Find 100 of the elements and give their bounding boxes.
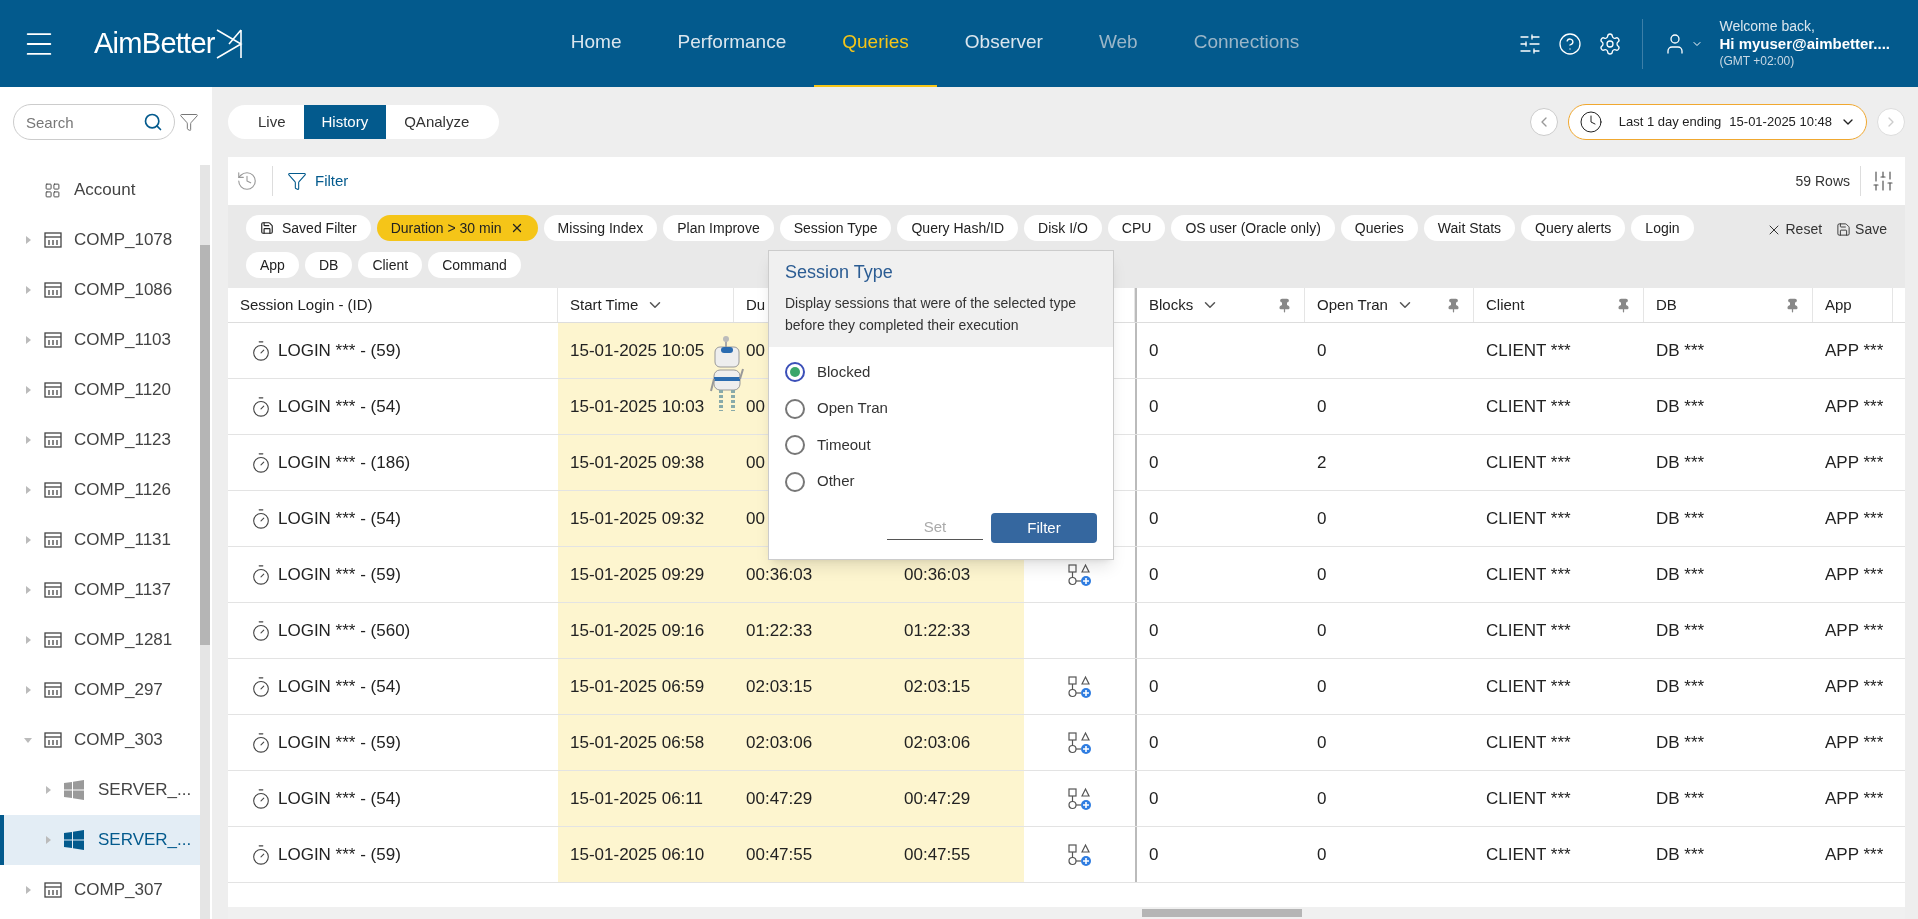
plan-icon[interactable] [1067, 786, 1092, 811]
pin-icon[interactable] [1446, 297, 1461, 313]
filter-chip[interactable]: Disk I/O [1024, 215, 1102, 241]
column-header[interactable]: App [1813, 288, 1893, 322]
caret-right-icon[interactable] [24, 636, 32, 644]
nav-tab[interactable]: Performance [649, 0, 815, 87]
table-cell-text: CLIENT *** [1485, 507, 1572, 530]
filter-chip[interactable]: Client [358, 252, 423, 278]
filter-chip[interactable]: Command [428, 252, 521, 278]
caret-right-icon[interactable] [24, 286, 32, 294]
filter-chip[interactable]: Plan Improve [663, 215, 774, 241]
filter-chip[interactable]: Login [1631, 215, 1694, 241]
tree-item[interactable]: COMP_1120 [0, 365, 200, 415]
tree-item[interactable]: COMP_1086 [0, 265, 200, 315]
view-tab[interactable]: Live [240, 105, 304, 139]
filter-chip[interactable]: App [246, 252, 299, 278]
nav-tab[interactable]: Queries [814, 0, 937, 87]
radio-button[interactable] [785, 471, 805, 492]
filter-chip[interactable]: Duration > 30 min [376, 215, 538, 241]
radio-label[interactable]: Timeout [817, 433, 871, 457]
pin-icon[interactable] [1277, 297, 1292, 313]
plan-icon[interactable] [1067, 674, 1092, 699]
pin-icon[interactable] [1616, 297, 1631, 313]
caret-right-icon[interactable] [44, 786, 52, 794]
table-cell: 15-01-2025 09:29 [558, 547, 734, 602]
reset-button[interactable]: Reset [1765, 219, 1823, 240]
tree-label: COMP_307 [74, 879, 163, 902]
plan-icon[interactable] [1067, 562, 1092, 587]
tree-item[interactable]: COMP_1281 [0, 615, 200, 665]
set-field[interactable]: Set [887, 516, 983, 540]
scrollbar[interactable] [200, 165, 210, 919]
tree-item[interactable]: COMP_1126 [0, 465, 200, 515]
tree-item[interactable]: COMP_307 [0, 865, 200, 915]
filter-toggle[interactable]: Filter [287, 169, 349, 193]
filter-chip[interactable]: CPU [1107, 215, 1166, 241]
filter-chip[interactable]: Wait Stats [1423, 215, 1516, 241]
search-field[interactable]: Search [13, 104, 175, 140]
table-cell-text: APP *** [1824, 563, 1885, 586]
filter-chip[interactable]: Session Type [779, 215, 892, 241]
tree-item[interactable]: COMP_1123 [0, 415, 200, 465]
filter-chip[interactable]: Queries [1340, 215, 1418, 241]
view-tab[interactable]: History [303, 105, 387, 139]
plan-icon[interactable] [1067, 730, 1092, 755]
caret-down-icon[interactable] [24, 736, 32, 744]
caret-right-icon[interactable] [24, 586, 32, 594]
table-cell-text: DB *** [1655, 619, 1706, 642]
filter-chip[interactable]: Saved Filter [246, 215, 371, 241]
tree-item[interactable]: SERVER_... [0, 815, 200, 865]
column-header[interactable]: DB [1644, 288, 1813, 322]
tree-item[interactable]: SERVER_... [0, 765, 200, 815]
tree-item[interactable]: COMP_1103 [0, 315, 200, 365]
column-header[interactable]: Start Time [558, 288, 734, 322]
tree-item[interactable]: COMP_1078 [0, 215, 200, 265]
pin-icon[interactable] [1785, 297, 1800, 313]
settings-icon[interactable] [1598, 31, 1623, 56]
column-settings-icon[interactable] [1871, 169, 1895, 193]
filter-chip[interactable]: OS user (Oracle only) [1171, 215, 1335, 241]
caret-right-icon[interactable] [24, 886, 32, 894]
column-header[interactable]: Client [1474, 288, 1644, 322]
table-cell-text: CLIENT *** [1485, 731, 1572, 754]
save-button[interactable]: Save [1836, 219, 1887, 240]
caret-right-icon[interactable] [24, 336, 32, 344]
radio-button[interactable] [785, 398, 805, 419]
table-cell: 15-01-2025 10:03 [558, 379, 734, 434]
caret-right-icon[interactable] [24, 536, 32, 544]
filter-button[interactable]: Filter [991, 512, 1097, 543]
caret-right-icon[interactable] [24, 386, 32, 394]
radio-label[interactable]: Other [817, 470, 855, 493]
radio-button[interactable] [785, 435, 805, 456]
caret-right-icon[interactable] [24, 236, 32, 244]
timer-icon [250, 731, 272, 754]
caret-right-icon[interactable] [24, 486, 32, 494]
caret-right-icon[interactable] [24, 686, 32, 694]
help-icon[interactable] [1558, 31, 1583, 56]
column-header[interactable]: Blocks [1135, 288, 1305, 322]
date-range-picker[interactable]: Last 1 day ending 15-01-2025 10:48 [1567, 104, 1867, 140]
caret-right-icon[interactable] [24, 436, 32, 444]
radio-label[interactable]: Open Tran [817, 397, 888, 420]
tree-item[interactable]: COMP_303 [0, 715, 200, 765]
column-header[interactable]: Session Login - (ID) [228, 288, 558, 322]
filter-chip[interactable]: Query alerts [1521, 215, 1626, 241]
table-cell-text: APP *** [1824, 675, 1885, 698]
filter-icon[interactable] [179, 112, 199, 132]
view-tab[interactable]: QAnalyze [386, 105, 488, 139]
tree-item[interactable]: COMP_297 [0, 665, 200, 715]
tree-item[interactable]: COMP_1137 [0, 565, 200, 615]
table-cell: 00:47:55 [892, 827, 1024, 882]
plan-icon[interactable] [1067, 842, 1092, 867]
search-icon[interactable] [143, 112, 163, 132]
tree-item[interactable]: COMP_1131 [0, 515, 200, 565]
nav-tab[interactable]: Home [542, 0, 650, 87]
filter-chip[interactable]: Query Hash/ID [897, 215, 1019, 241]
nav-tab[interactable]: Observer [936, 0, 1071, 87]
column-header[interactable]: Open Tran [1305, 288, 1474, 322]
filter-chip[interactable]: DB [304, 252, 353, 278]
history-icon[interactable] [236, 170, 258, 192]
horizontal-scrollbar[interactable] [1142, 909, 1302, 917]
tree-item[interactable]: Account [0, 165, 200, 215]
radio-button[interactable] [785, 362, 805, 383]
filter-chip[interactable]: Missing Index [543, 215, 658, 241]
